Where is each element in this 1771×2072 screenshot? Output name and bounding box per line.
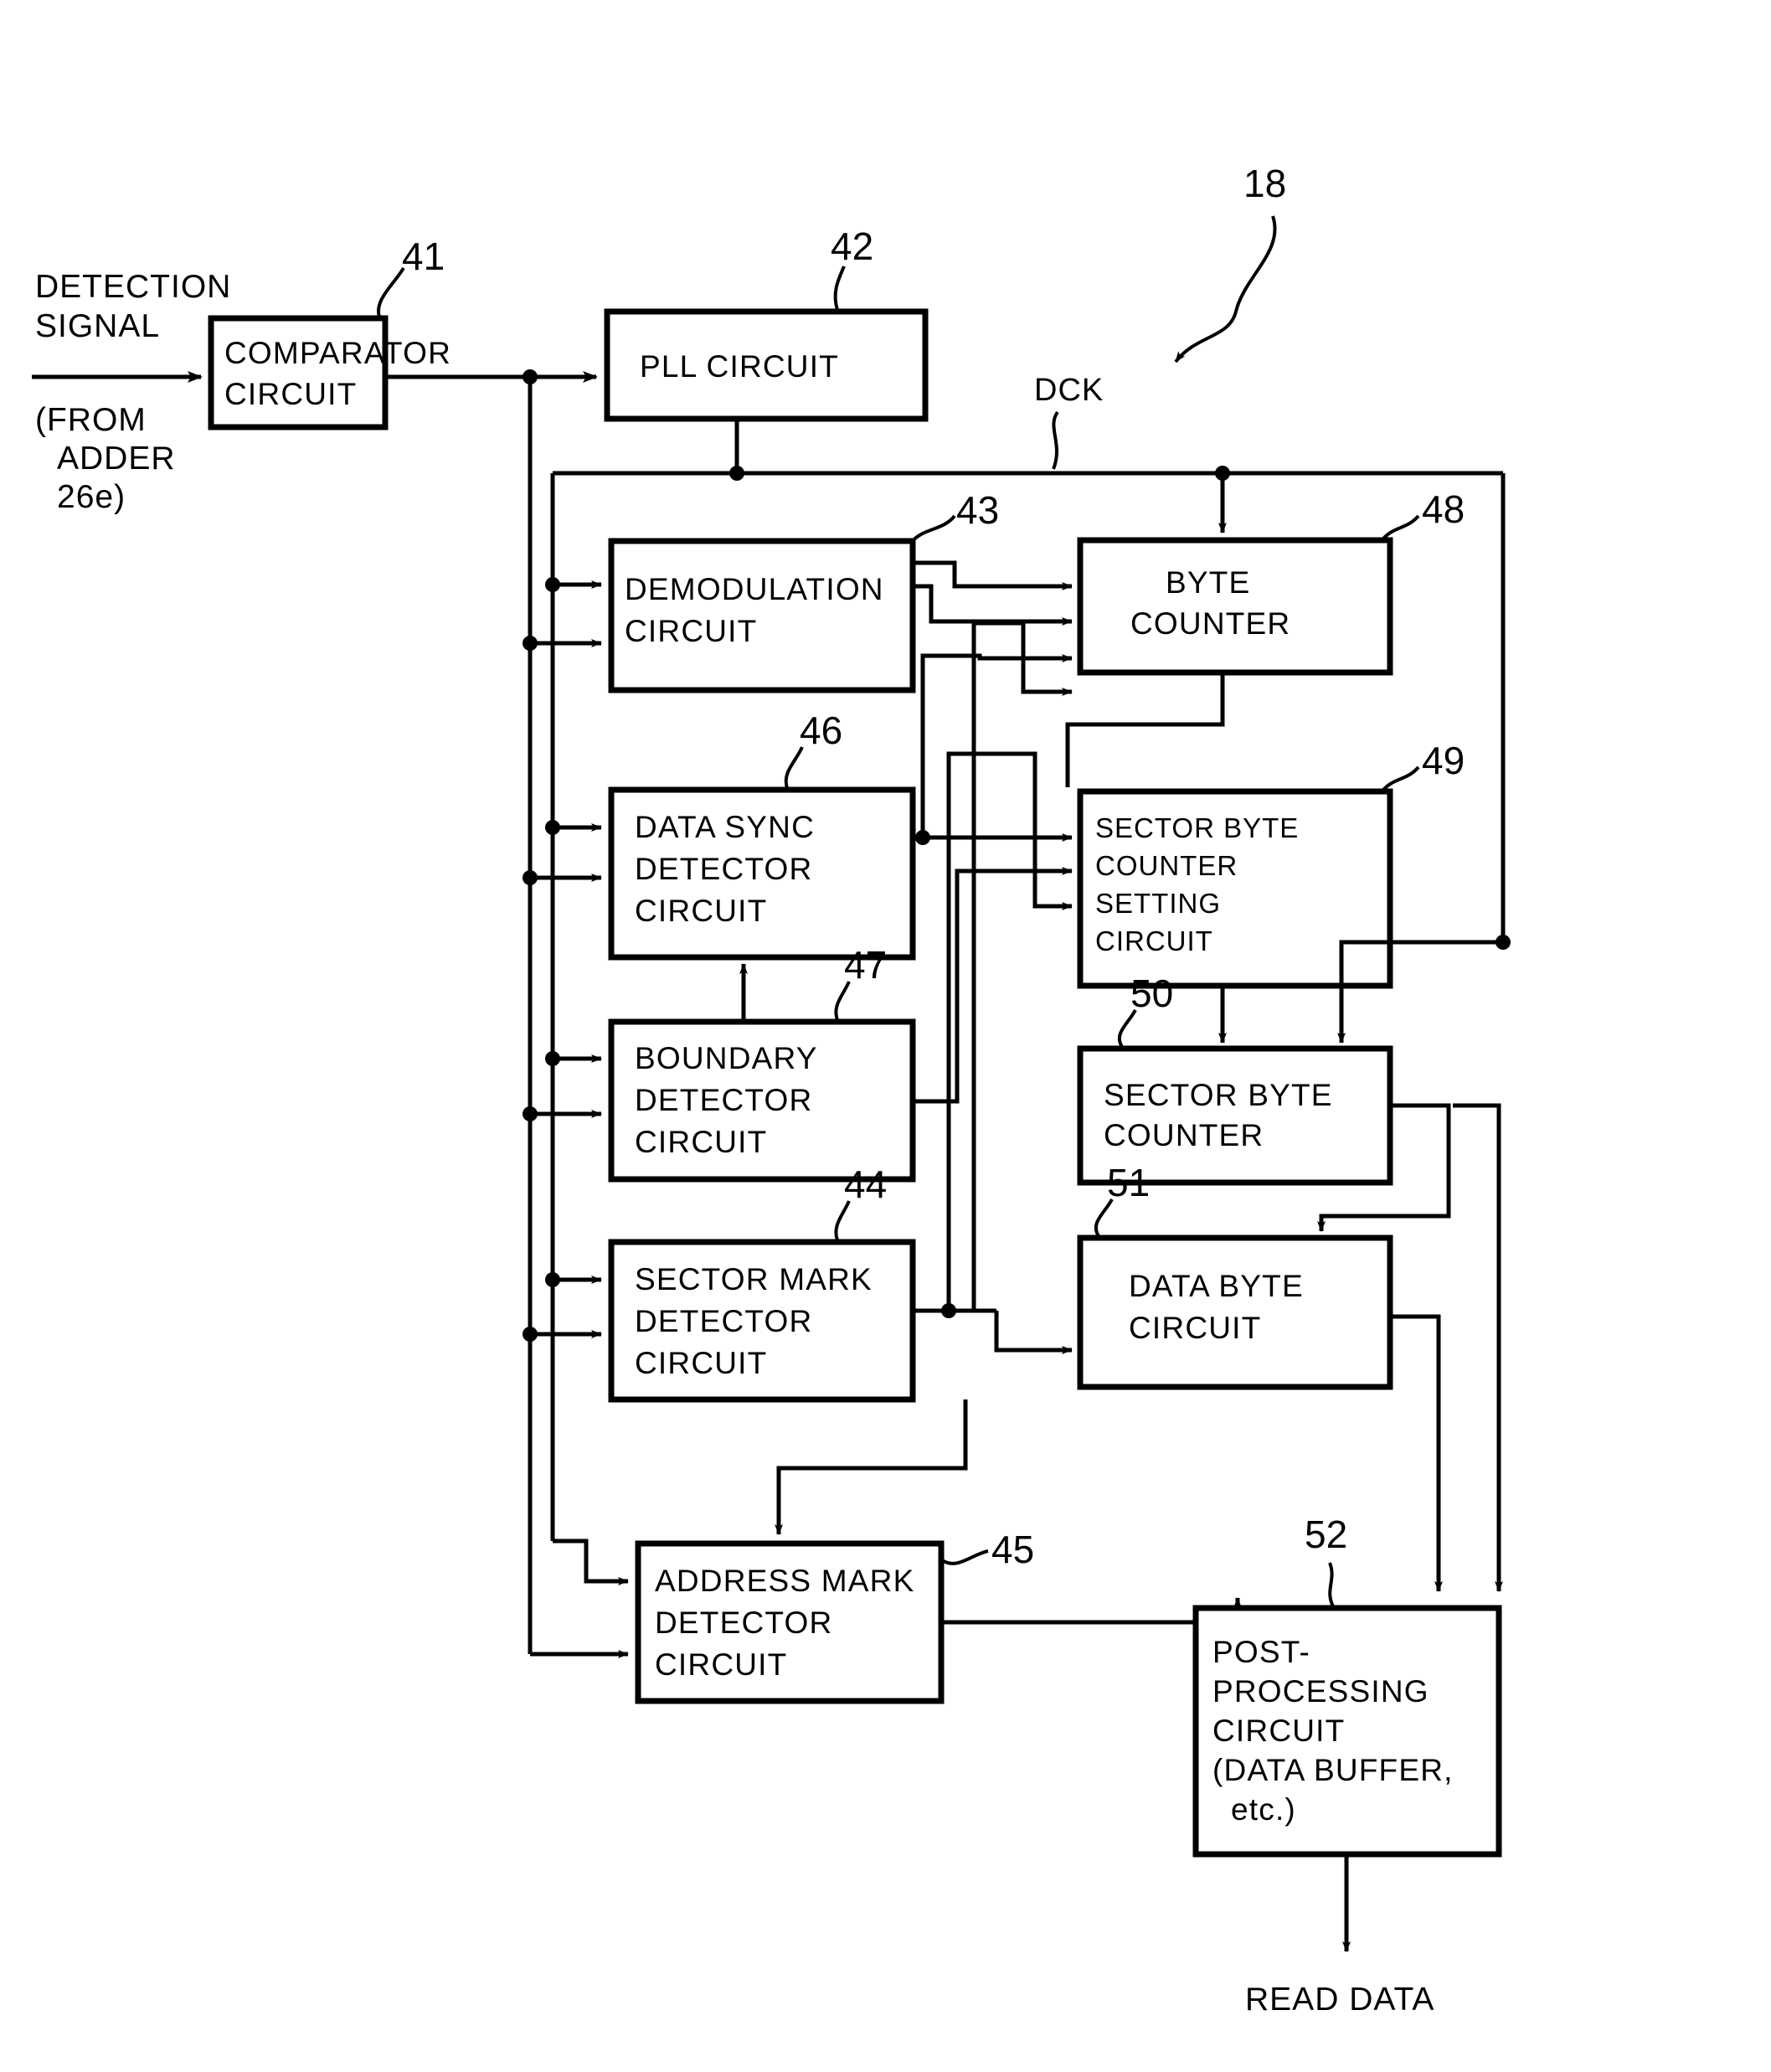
comparator-label-line2: CIRCUIT (224, 377, 357, 411)
ref-number-51: 51 (1107, 1161, 1150, 1204)
datasync-label-line2: DETECTOR (635, 852, 812, 886)
detection-signal-label-line2: SIGNAL (35, 308, 160, 344)
pll-label-line1: PLL CIRCUIT (640, 349, 839, 384)
databyte-label-line1: DATA BYTE (1129, 1269, 1304, 1303)
sectormark-label-line3: CIRCUIT (635, 1346, 767, 1380)
block-diagram-canvas: DETECTION SIGNAL (FROM ADDER 26e) COMPAR… (0, 0, 1771, 2072)
post-label-line3: CIRCUIT (1212, 1714, 1345, 1748)
sbc-label-line2: COUNTER (1104, 1118, 1264, 1152)
demod-label-line2: CIRCUIT (625, 614, 757, 648)
post-label-line2: PROCESSING (1212, 1674, 1429, 1709)
post-label-line4: (DATA BUFFER, (1212, 1753, 1454, 1787)
ref-number-50: 50 (1130, 972, 1173, 1015)
sbcs-label-line4: CIRCUIT (1095, 925, 1213, 956)
boundary-label-line1: BOUNDARY (635, 1041, 818, 1075)
addrmark-label-line1: ADDRESS MARK (655, 1564, 914, 1598)
ref-number-45: 45 (991, 1528, 1034, 1571)
boundary-label-line2: DETECTOR (635, 1083, 812, 1117)
ref-number-47: 47 (844, 943, 887, 987)
databyte-label-line2: CIRCUIT (1129, 1311, 1261, 1345)
ref-number-42: 42 (831, 224, 873, 268)
ref-number-44: 44 (844, 1162, 887, 1206)
input-source-label-line2: ADDER (57, 441, 176, 477)
input-source-label-line1: (FROM (35, 402, 147, 438)
bytecounter-label-line2: COUNTER (1130, 606, 1290, 641)
detection-signal-label-line1: DETECTION (35, 269, 231, 305)
input-source-label-line3: 26e) (57, 479, 126, 515)
datasync-label-line3: CIRCUIT (635, 894, 767, 928)
sectormark-label-line1: SECTOR MARK (635, 1262, 873, 1296)
sbcs-label-line2: COUNTER (1095, 850, 1238, 881)
patent-figure: DETECTION SIGNAL (FROM ADDER 26e) COMPAR… (0, 0, 1771, 2072)
post-label-line5: etc.) (1231, 1792, 1296, 1827)
ref-number-46: 46 (800, 709, 842, 752)
sbc-label-line1: SECTOR BYTE (1104, 1078, 1333, 1112)
ref-number-43: 43 (956, 488, 999, 532)
post-label-line1: POST- (1212, 1635, 1310, 1669)
ref-number-18: 18 (1243, 162, 1286, 205)
sbcs-label-line1: SECTOR BYTE (1095, 812, 1299, 843)
addrmark-label-line2: DETECTOR (655, 1606, 832, 1640)
sbcs-label-line3: SETTING (1095, 888, 1221, 919)
read-data-label: READ DATA (1245, 1982, 1434, 2018)
ref-number-41: 41 (402, 235, 445, 278)
boundary-label-line3: CIRCUIT (635, 1125, 767, 1159)
addrmark-label-line3: CIRCUIT (655, 1647, 787, 1682)
ref-number-48: 48 (1422, 487, 1465, 531)
ref-number-49: 49 (1422, 739, 1465, 782)
datasync-label-line1: DATA SYNC (635, 810, 815, 844)
ref-number-52: 52 (1305, 1513, 1347, 1556)
bytecounter-label-line1: BYTE (1166, 565, 1250, 600)
demod-label-line1: DEMODULATION (625, 572, 884, 606)
sectormark-label-line2: DETECTOR (635, 1304, 812, 1338)
comparator-label-line1: COMPARATOR (224, 336, 451, 370)
dck-label: DCK (1034, 373, 1104, 408)
